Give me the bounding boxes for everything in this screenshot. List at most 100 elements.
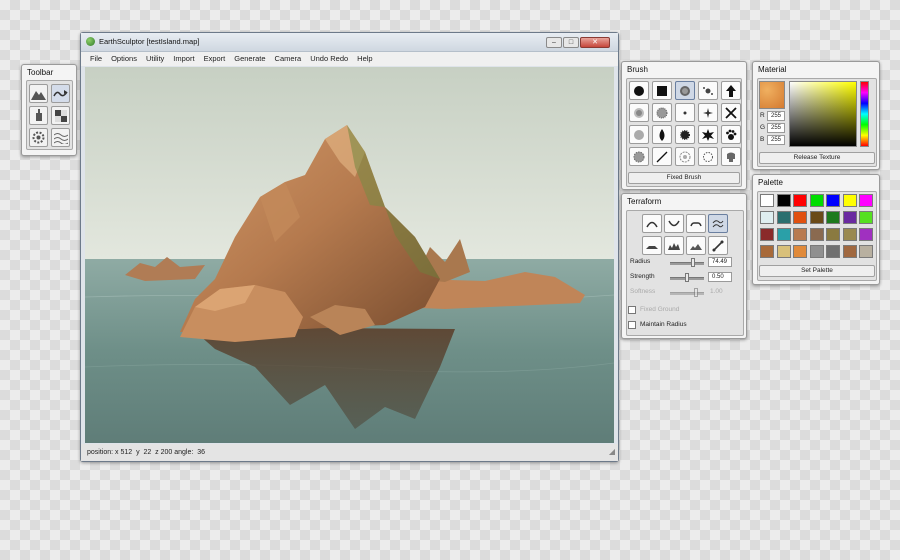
menu-utility[interactable]: Utility: [146, 54, 164, 63]
skull-brush-icon[interactable]: [721, 147, 741, 166]
palette-swatch[interactable]: [760, 194, 774, 207]
maintain-radius-checkbox[interactable]: [628, 321, 636, 329]
raise-lower-tool-icon[interactable]: [708, 214, 728, 233]
palette-swatch[interactable]: [826, 245, 840, 258]
palette-swatch[interactable]: [776, 211, 791, 224]
menu-import[interactable]: Import: [173, 54, 194, 63]
radius-slider[interactable]: [691, 258, 695, 267]
color-gradient-picker[interactable]: [789, 81, 857, 147]
b-field[interactable]: 255: [767, 135, 785, 145]
raise-smooth-icon[interactable]: [642, 214, 662, 233]
palette-swatch[interactable]: [826, 194, 840, 207]
release-texture-button[interactable]: Release Texture: [759, 152, 875, 164]
texture-preview[interactable]: [759, 81, 785, 109]
mountain-icon[interactable]: [29, 84, 48, 103]
palette-swatch[interactable]: [809, 245, 824, 258]
strength-field[interactable]: 0.50: [708, 272, 732, 282]
x-brush-icon[interactable]: [721, 103, 741, 122]
palette-swatch[interactable]: [859, 245, 873, 258]
ring-brush-icon[interactable]: [698, 147, 718, 166]
palette-swatch[interactable]: [793, 194, 807, 207]
palette-swatch[interactable]: [859, 211, 873, 224]
softness-label: Softness: [630, 288, 656, 295]
close-button[interactable]: ✕: [580, 37, 610, 48]
gear-icon[interactable]: [29, 128, 48, 147]
arrow-up-brush-icon[interactable]: [721, 81, 741, 100]
menu-export[interactable]: Export: [204, 54, 226, 63]
soft-circle-brush-icon[interactable]: [629, 103, 649, 122]
hue-slider[interactable]: [860, 81, 869, 147]
drop-brush-icon[interactable]: [652, 125, 672, 144]
dotted-circle-brush-icon[interactable]: [629, 147, 649, 166]
palette-swatch[interactable]: [826, 228, 840, 241]
paw-brush-icon[interactable]: [721, 125, 741, 144]
palette-swatch[interactable]: [793, 245, 807, 258]
palette-swatch[interactable]: [826, 211, 840, 224]
palette-swatch[interactable]: [776, 194, 791, 207]
palette-swatch[interactable]: [776, 245, 791, 258]
noise-icon[interactable]: [686, 236, 706, 255]
palette-swatch[interactable]: [793, 228, 807, 241]
palette-swatch[interactable]: [859, 194, 873, 207]
sparkle-brush-icon[interactable]: [698, 103, 718, 122]
strength-slider[interactable]: [685, 273, 689, 282]
water-icon[interactable]: [51, 128, 70, 147]
toolbar-title: Toolbar: [27, 68, 54, 77]
palette-swatch[interactable]: [793, 211, 807, 224]
palette-swatch[interactable]: [842, 194, 857, 207]
palette-swatch[interactable]: [760, 228, 774, 241]
burst-brush-icon[interactable]: [698, 125, 718, 144]
minimize-button[interactable]: –: [546, 37, 562, 48]
terrain-viewport[interactable]: [85, 67, 614, 443]
palette-swatch[interactable]: [809, 211, 824, 224]
menu-help[interactable]: Help: [357, 54, 372, 63]
palette-swatch[interactable]: [842, 245, 857, 258]
menu-generate[interactable]: Generate: [234, 54, 265, 63]
palette-swatch[interactable]: [809, 194, 824, 207]
menu-file[interactable]: File: [90, 54, 102, 63]
status-x-label: x: [115, 449, 119, 456]
fixed-ground-checkbox[interactable]: [628, 306, 636, 314]
softness-slider[interactable]: [694, 288, 698, 297]
menu-camera[interactable]: Camera: [275, 54, 302, 63]
r-field[interactable]: 255: [767, 111, 785, 121]
blur-circle-brush-icon[interactable]: [629, 125, 649, 144]
g-field[interactable]: 255: [767, 123, 785, 133]
plateau-icon[interactable]: [642, 236, 662, 255]
splat-brush-icon[interactable]: [698, 81, 718, 100]
raise-lower-icon[interactable]: [51, 84, 70, 103]
checker-texture-icon[interactable]: [51, 106, 70, 125]
flatten-icon[interactable]: [686, 214, 706, 233]
main-window: EarthSculptor [testIsland.map] – □ ✕ Fil…: [80, 32, 619, 462]
noise-circle-brush-icon[interactable]: [675, 81, 695, 100]
g-label: G: [760, 124, 766, 131]
menu-undo-redo[interactable]: Undo Redo: [310, 54, 348, 63]
solid-circle-brush-icon[interactable]: [629, 81, 649, 100]
flower-brush-icon[interactable]: [675, 147, 695, 166]
palette-swatch[interactable]: [809, 228, 824, 241]
ramp-icon[interactable]: [708, 236, 728, 255]
spiky-brush-icon[interactable]: [675, 125, 695, 144]
fixed-brush-button[interactable]: Fixed Brush: [628, 172, 740, 184]
solid-square-brush-icon[interactable]: [652, 81, 672, 100]
palette-swatch[interactable]: [842, 211, 857, 224]
set-palette-button[interactable]: Set Palette: [759, 265, 875, 277]
line-brush-icon[interactable]: [652, 147, 672, 166]
status-position-label: position:: [87, 449, 114, 456]
resize-grip-icon[interactable]: ◢: [609, 443, 615, 460]
palette-swatch[interactable]: [859, 228, 873, 241]
radius-field[interactable]: 74.49: [708, 257, 732, 267]
erode-icon[interactable]: [664, 236, 684, 255]
rough-circle-brush-icon[interactable]: [652, 103, 672, 122]
paint-bucket-icon[interactable]: [29, 106, 48, 125]
menu-options[interactable]: Options: [111, 54, 137, 63]
palette-swatch[interactable]: [760, 245, 774, 258]
lower-smooth-icon[interactable]: [664, 214, 684, 233]
menu-bar: File Options Utility Import Export Generate Ca…: [81, 52, 618, 66]
maximize-button[interactable]: □: [563, 37, 579, 48]
palette-title: Palette: [758, 178, 783, 187]
palette-swatch[interactable]: [842, 228, 857, 241]
small-dot-brush-icon[interactable]: [675, 103, 695, 122]
palette-swatch[interactable]: [776, 228, 791, 241]
palette-swatch[interactable]: [760, 211, 774, 224]
